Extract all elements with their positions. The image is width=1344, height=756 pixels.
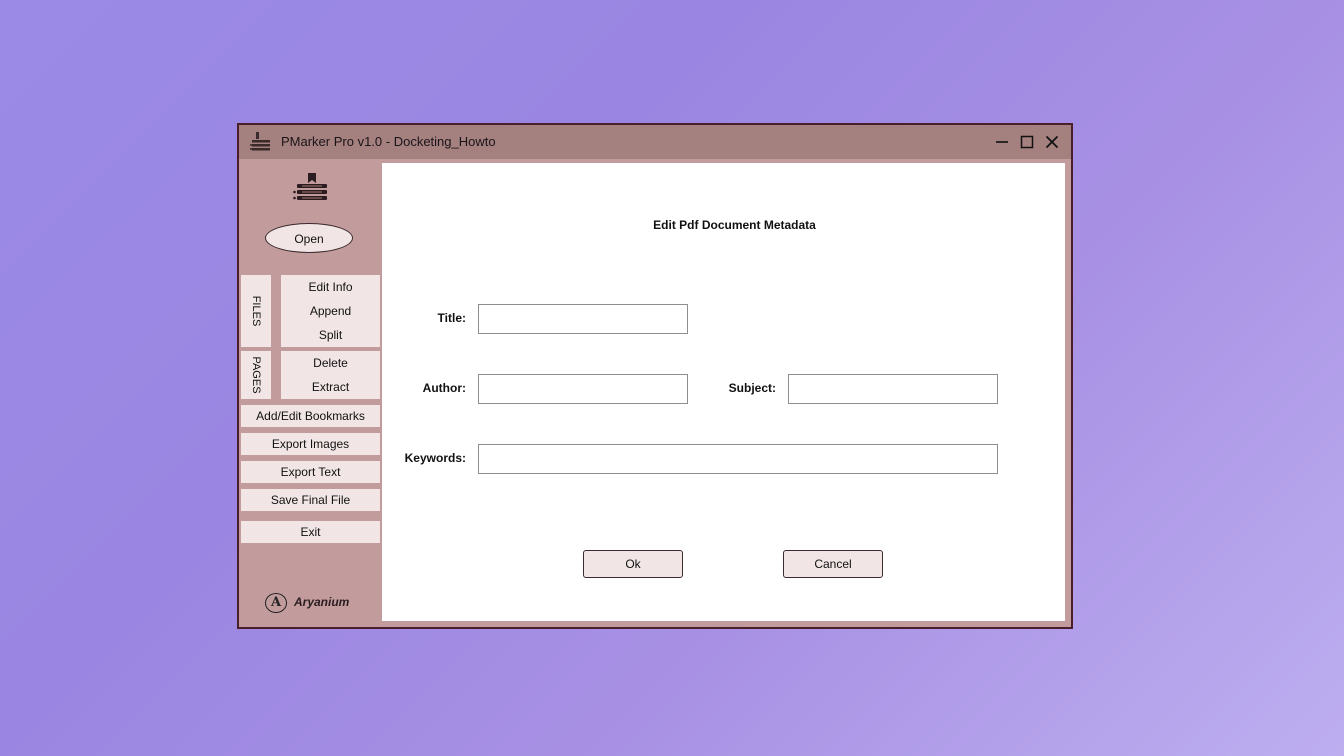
author-label: Author:: [422, 381, 466, 395]
window-title: PMarker Pro v1.0 - Docketing_Howto: [281, 134, 496, 149]
minimize-icon: [996, 141, 1008, 143]
keywords-field[interactable]: [478, 444, 998, 474]
files-group: Edit Info Append Split: [281, 275, 380, 347]
save-final-file-button[interactable]: Save Final File: [241, 489, 380, 511]
page-title: Edit Pdf Document Metadata: [653, 218, 816, 232]
maximize-button[interactable]: [1014, 129, 1040, 155]
close-icon: [1045, 135, 1059, 149]
bookmark-stack-icon: [293, 173, 327, 200]
edit-info-button[interactable]: Edit Info: [281, 275, 380, 299]
extract-button[interactable]: Extract: [281, 375, 380, 399]
export-images-button[interactable]: Export Images: [241, 433, 380, 455]
author-field[interactable]: [478, 374, 688, 404]
close-button[interactable]: [1039, 129, 1065, 155]
export-text-button[interactable]: Export Text: [241, 461, 380, 483]
app-window: PMarker Pro v1.0 - Docketing_Howto Open …: [237, 123, 1073, 629]
maximize-icon: [1020, 135, 1034, 149]
pages-tab[interactable]: PAGES: [241, 351, 271, 399]
delete-button[interactable]: Delete: [281, 351, 380, 375]
sidebar: Open FILES Edit Info Append Split PAGES …: [239, 159, 380, 627]
minimize-button[interactable]: [989, 129, 1015, 155]
pages-tab-label: PAGES: [250, 356, 262, 394]
pages-group: Delete Extract: [281, 351, 380, 399]
title-label: Title:: [437, 311, 466, 325]
open-button[interactable]: Open: [265, 223, 353, 253]
app-icon: [250, 132, 270, 151]
title-field[interactable]: [478, 304, 688, 334]
brand-mark: A: [265, 593, 287, 613]
metadata-panel: Edit Pdf Document Metadata Title: Author…: [382, 163, 1065, 621]
split-button[interactable]: Split: [281, 323, 380, 347]
files-tab-label: FILES: [250, 295, 262, 327]
subject-field[interactable]: [788, 374, 998, 404]
append-button[interactable]: Append: [281, 299, 380, 323]
brand-name: Aryanium: [294, 595, 350, 609]
subject-label: Subject:: [728, 381, 776, 395]
files-tab[interactable]: FILES: [241, 275, 271, 347]
cancel-button[interactable]: Cancel: [783, 550, 883, 578]
ok-button[interactable]: Ok: [583, 550, 683, 578]
brand-logo: A Aryanium: [265, 593, 365, 615]
keywords-label: Keywords:: [404, 451, 466, 465]
title-bar[interactable]: PMarker Pro v1.0 - Docketing_Howto: [239, 125, 1071, 159]
add-edit-bookmarks-button[interactable]: Add/Edit Bookmarks: [241, 405, 380, 427]
exit-button[interactable]: Exit: [241, 521, 380, 543]
